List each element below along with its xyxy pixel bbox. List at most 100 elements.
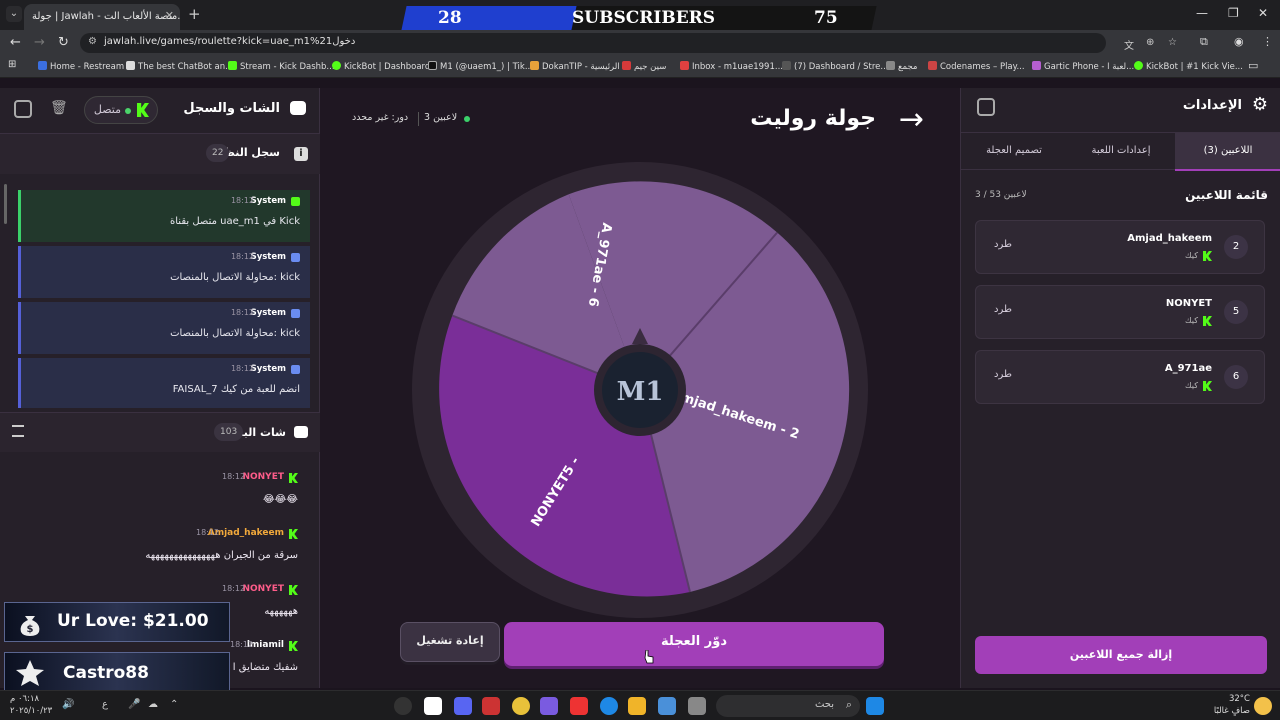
reload-icon[interactable]: ↻ <box>58 35 69 50</box>
chat-text: 😂😂😂 <box>262 494 298 505</box>
tab-players[interactable]: اللاعبين (3) <box>1175 133 1280 171</box>
kick-logo-icon <box>291 197 300 206</box>
chat-filter-menu-icon[interactable] <box>12 425 24 437</box>
windows-start-icon[interactable] <box>866 697 884 715</box>
kick-player-button[interactable]: طرد <box>994 304 1012 315</box>
translate-icon[interactable]: 文 <box>1124 37 1134 52</box>
chat-text: شفيك متضايق ا <box>232 662 298 673</box>
browser-tab-active[interactable]: جولة | Jawlah - منصة الألعاب الت... ✕ <box>24 4 180 30</box>
player-platform: كيك <box>1185 381 1198 390</box>
store-icon[interactable] <box>658 697 676 715</box>
restore-icon[interactable]: ❐ <box>1228 6 1239 20</box>
youtube-icon[interactable] <box>570 697 588 715</box>
minimize-icon[interactable]: — <box>1196 6 1208 20</box>
bookmark-tiktok[interactable]: M1 (@uaem1_) | Tik... <box>428 61 533 72</box>
star-icon <box>16 660 44 686</box>
tab-game-settings[interactable]: إعدادات اللعبة <box>1068 133 1174 171</box>
taskview-icon[interactable] <box>688 697 706 715</box>
remove-all-players-button[interactable]: إزالة جميع اللاعبين <box>975 636 1267 674</box>
tray-overflow-icon[interactable]: ⌃ <box>170 699 178 710</box>
bookmark-gartic-phone[interactable]: Gartic Phone - لعبة ا... <box>1032 61 1134 72</box>
back-arrow-icon[interactable]: → <box>899 102 924 137</box>
system-log-scrollbar[interactable] <box>4 184 7 224</box>
taskbar-search-text: بحث <box>814 699 834 710</box>
kick-player-button[interactable]: طرد <box>994 239 1012 250</box>
chat-username[interactable]: NONYET‪‏ <box>242 584 284 594</box>
address-bar[interactable]: ⚙ jawlah.live/games/roulette?kick=uae_m1… <box>80 33 1177 53</box>
language-indicator[interactable]: ع <box>102 699 108 710</box>
collapse-panel-icon[interactable] <box>14 100 32 118</box>
online-dot <box>464 116 470 122</box>
apps-grid-icon[interactable]: ⊞ <box>8 59 16 70</box>
system-icon <box>291 309 300 318</box>
player-number: 2 <box>1224 235 1248 259</box>
bookmark-dokantip[interactable]: DokanTIP - الرئيسية <box>530 61 620 72</box>
browser-menu-icon[interactable]: ⋮ <box>1262 35 1273 48</box>
weather-widget[interactable]: 32°C صافٍ غالبًا <box>1206 693 1250 717</box>
roulette-wheel[interactable]: A_971ae - 6 Amjad_hakeem - 2 NONYET‪‏ - … <box>410 160 870 620</box>
bookmark-codenames[interactable]: Codenames – Play... <box>928 61 1025 72</box>
microphone-icon[interactable]: 🎤 <box>128 699 140 710</box>
bookmark-restream[interactable]: Home - Restream <box>38 61 124 72</box>
copilot-icon[interactable] <box>540 697 558 715</box>
donation-text: Ur Love: $21.00 <box>57 611 209 631</box>
bookmark-majma[interactable]: مجمع <box>886 61 917 72</box>
tab-wheel-design[interactable]: تصميم العجلة <box>961 133 1067 171</box>
back-icon[interactable]: ← <box>10 35 21 50</box>
taskbar-search[interactable]: بحث ⌕ <box>716 695 860 717</box>
log-time: 18:12 <box>230 252 254 261</box>
discord-icon[interactable] <box>454 697 472 715</box>
status-dot <box>125 108 131 114</box>
close-window-icon[interactable]: ✕ <box>1258 6 1268 20</box>
bookmark-star-icon[interactable]: ☆ <box>1168 37 1177 48</box>
trash-icon[interactable]: 🗑 <box>50 100 68 116</box>
bookmark-kickbot[interactable]: KickBot | Dashboard <box>332 61 430 72</box>
kick-player-button[interactable]: طرد <box>994 369 1012 380</box>
spin-wheel-button[interactable]: دوّر العجلة <box>504 622 884 666</box>
connection-status-text: متصل <box>93 103 121 116</box>
chrome-icon[interactable] <box>512 697 530 715</box>
money-bag-icon: $ <box>20 616 40 636</box>
profile-avatar[interactable]: ◉ <box>1234 35 1244 48</box>
bookmarks-folder-icon[interactable]: ▭ <box>1248 59 1258 72</box>
chat-username[interactable]: NONYET‪‏ <box>242 472 284 482</box>
volume-icon[interactable]: 🔊 <box>62 699 74 710</box>
capcut-icon[interactable] <box>424 697 442 715</box>
edge-icon[interactable] <box>600 697 618 715</box>
bookmark-kick-dashboard[interactable]: Stream - Kick Dashb... <box>228 61 335 72</box>
chat-panel-header: الشات والسجل متصل 🗑 <box>0 88 320 134</box>
divider <box>418 112 419 126</box>
cloud-icon[interactable]: ☁ <box>148 699 158 710</box>
settings-tabs: اللاعبين (3) إعدادات اللعبة تصميم العجلة <box>961 132 1280 171</box>
bookmark-kickbot-viewer[interactable]: KickBot | #1 Kick Vie... <box>1134 61 1243 72</box>
file-explorer-icon[interactable] <box>628 697 646 715</box>
reset-button[interactable]: إعادة تشغيل <box>400 622 500 662</box>
kick-logo-icon <box>1203 316 1212 326</box>
tab-search-icon[interactable]: ⌄ <box>6 6 22 22</box>
collapse-panel-icon[interactable] <box>977 98 995 116</box>
chat-time: 18:12 <box>222 472 246 481</box>
kick-logo-icon <box>289 529 298 539</box>
kick-logo-icon <box>1203 381 1212 391</box>
taskbar-clock[interactable]: ٠٦:١٨ م ٢٠٢٥/١٠/٢٣ <box>10 693 52 717</box>
bookmark-inbox[interactable]: Inbox - m1uae1991... <box>680 61 783 72</box>
chat-text: ههههههه <box>264 606 298 617</box>
bookmark-seen-jeem[interactable]: سين جيم <box>622 61 666 72</box>
system-log-header[interactable]: i سجل النظام 22 <box>0 134 320 174</box>
log-entry: System 18:12 محاولة الاتصال بالمنصات: ki… <box>18 302 310 354</box>
chat-bubble-icon <box>294 426 308 438</box>
bookmark-dashboard-stream[interactable]: (7) Dashboard / Stre... <box>782 61 889 72</box>
app-icon-red[interactable] <box>482 697 500 715</box>
forward-icon[interactable]: → <box>34 35 45 50</box>
new-tab-icon[interactable]: + <box>188 5 201 23</box>
obs-icon[interactable] <box>394 697 412 715</box>
kick-logo-icon <box>289 473 298 483</box>
chat-username[interactable]: Amjad_hakeem <box>208 528 284 538</box>
site-info-icon[interactable]: ⚙ <box>88 36 97 47</box>
center-logo: M1 <box>617 377 664 407</box>
bookmark-chatbot[interactable]: The best ChatBot an... <box>126 61 233 72</box>
close-tab-icon[interactable]: ✕ <box>165 9 174 22</box>
player-card: 2 Amjad_hakeem كيك طرد <box>975 220 1265 274</box>
zoom-icon[interactable]: ⊕ <box>1146 37 1154 48</box>
extensions-icon[interactable]: ⧉ <box>1200 35 1208 49</box>
